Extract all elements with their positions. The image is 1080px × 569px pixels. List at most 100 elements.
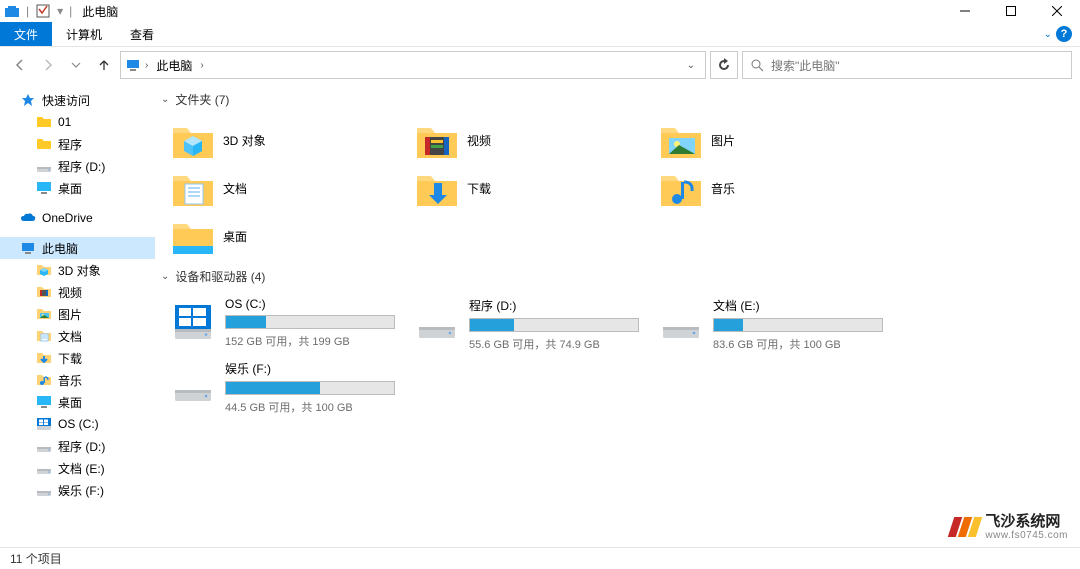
- drive-item[interactable]: OS (C:)152 GB 可用，共 199 GB: [167, 293, 411, 356]
- separator: |: [69, 4, 72, 18]
- back-button[interactable]: [8, 53, 32, 77]
- group-header-drives[interactable]: ⌄ 设备和驱动器 (4): [155, 266, 1080, 287]
- drive-item[interactable]: 程序 (D:) 55.6 GB 可用，共 74.9 GB: [411, 293, 655, 356]
- sidebar-item[interactable]: 3D 对象: [0, 259, 155, 281]
- search-box[interactable]: 搜索"此电脑": [742, 51, 1072, 79]
- expand-ribbon-icon[interactable]: ⌄: [1044, 29, 1052, 40]
- sidebar-item[interactable]: 下载: [0, 347, 155, 369]
- drive-icon: [171, 297, 215, 341]
- sidebar-this-pc[interactable]: 此电脑: [0, 237, 155, 259]
- sidebar-item[interactable]: 视频: [0, 281, 155, 303]
- refresh-button[interactable]: [710, 51, 738, 79]
- watermark-title: 飞沙系统网: [985, 514, 1068, 531]
- label: 此电脑: [42, 240, 78, 257]
- app-icon: [4, 3, 20, 19]
- group-label: 文件夹 (7): [175, 91, 229, 108]
- sidebar-item[interactable]: 桌面: [0, 391, 155, 413]
- drive-label: OS (C:): [225, 297, 407, 311]
- group-header-folders[interactable]: ⌄ 文件夹 (7): [155, 89, 1080, 110]
- folder-item[interactable]: 音乐: [655, 164, 899, 212]
- folder-item[interactable]: 桌面: [167, 212, 411, 260]
- 3d-icon: [171, 120, 215, 160]
- search-icon: [749, 57, 765, 73]
- sidebar-item[interactable]: 娱乐 (F:): [0, 479, 155, 501]
- sidebar-item[interactable]: 程序 (D:): [0, 435, 155, 457]
- folder-label: 音乐: [711, 180, 735, 197]
- sidebar-item[interactable]: 音乐: [0, 369, 155, 391]
- tab-file[interactable]: 文件: [0, 22, 52, 46]
- sidebar-item[interactable]: 文档: [0, 325, 155, 347]
- folder-item[interactable]: 视频: [411, 116, 655, 164]
- title-bar: | ▾ | 此电脑: [0, 0, 1080, 22]
- help-button[interactable]: ?: [1056, 26, 1072, 42]
- drive-item[interactable]: 文档 (E:)83.6 GB 可用，共 100 GB: [655, 293, 899, 356]
- minimize-button[interactable]: [942, 0, 988, 22]
- drive-label: 娱乐 (F:): [225, 360, 407, 377]
- sidebar-item[interactable]: 程序 (D:): [0, 155, 155, 177]
- documents-icon: [171, 168, 215, 208]
- star-icon: [20, 92, 36, 108]
- sidebar-item[interactable]: 01: [0, 111, 155, 133]
- capacity-bar: [225, 381, 395, 395]
- music-icon: [36, 372, 52, 388]
- qat-dropdown-icon[interactable]: ▾: [57, 4, 63, 18]
- video-icon: [36, 284, 52, 300]
- address-dropdown-icon[interactable]: ⌄: [681, 60, 701, 71]
- desktop-icon: [171, 216, 215, 256]
- downloads-icon: [36, 350, 52, 366]
- window-controls: [942, 0, 1080, 22]
- label: 文档 (E:): [58, 460, 105, 477]
- sidebar-item[interactable]: OS (C:): [0, 413, 155, 435]
- label: 3D 对象: [58, 262, 101, 279]
- folder-item[interactable]: 3D 对象: [167, 116, 411, 164]
- drive-info: 55.6 GB 可用，共 74.9 GB: [469, 336, 651, 352]
- tab-view[interactable]: 查看: [116, 22, 168, 46]
- label: 程序: [58, 136, 82, 153]
- label: 快速访问: [42, 92, 90, 109]
- watermark-logo: [951, 517, 979, 537]
- folder-item[interactable]: 文档: [167, 164, 411, 212]
- watermark: 飞沙系统网 www.fs0745.com: [951, 514, 1068, 542]
- label: 文档: [58, 328, 82, 345]
- sidebar-onedrive[interactable]: OneDrive: [0, 207, 155, 229]
- chevron-right-icon[interactable]: ›: [198, 60, 205, 71]
- drive-icon: [36, 438, 52, 454]
- up-button[interactable]: [92, 53, 116, 77]
- content-pane: ⌄ 文件夹 (7) 3D 对象视频 图片文档 下载 音乐桌面 ⌄ 设备和驱动器 (4)…: [155, 83, 1080, 547]
- documents-icon: [36, 328, 52, 344]
- sidebar-item[interactable]: 文档 (E:): [0, 457, 155, 479]
- chevron-right-icon[interactable]: ›: [143, 60, 150, 71]
- breadcrumb[interactable]: 此电脑: [152, 55, 196, 76]
- tab-computer[interactable]: 计算机: [52, 22, 116, 46]
- folder-item[interactable]: 下载: [411, 164, 655, 212]
- folder-label: 下载: [467, 180, 491, 197]
- sidebar-item[interactable]: 程序: [0, 133, 155, 155]
- item-count: 11 个项目: [10, 550, 62, 567]
- sidebar-quick-access[interactable]: 快速访问: [0, 89, 155, 111]
- maximize-button[interactable]: [988, 0, 1034, 22]
- label: 桌面: [58, 394, 82, 411]
- sidebar-item[interactable]: 图片: [0, 303, 155, 325]
- folder-label: 图片: [711, 132, 735, 149]
- folder-item[interactable]: 图片: [655, 116, 899, 164]
- label: 程序 (D:): [58, 158, 105, 175]
- forward-button[interactable]: [36, 53, 60, 77]
- navigation-bar: › 此电脑 › ⌄ 搜索"此电脑": [0, 47, 1080, 83]
- properties-icon[interactable]: [35, 3, 51, 19]
- drive-label: 程序 (D:): [469, 297, 651, 314]
- drive-item[interactable]: 娱乐 (F:)44.5 GB 可用，共 100 GB: [167, 356, 411, 419]
- address-bar[interactable]: › 此电脑 › ⌄: [120, 51, 706, 79]
- label: 桌面: [58, 180, 82, 197]
- status-bar: 11 个项目: [0, 547, 1080, 569]
- sidebar-item[interactable]: 桌面: [0, 177, 155, 199]
- navigation-pane: 快速访问 01 程序程序 (D:) 桌面 OneDrive 此电脑 3D 对象视频图…: [0, 83, 155, 547]
- recent-locations-button[interactable]: [64, 53, 88, 77]
- drive-icon: [171, 360, 215, 404]
- video-icon: [415, 120, 459, 160]
- drive-icon: [415, 297, 459, 341]
- drive-icon: [659, 297, 703, 341]
- close-button[interactable]: [1034, 0, 1080, 22]
- ribbon: 文件 计算机 查看 ⌄ ?: [0, 22, 1080, 47]
- pc-icon: [20, 240, 36, 256]
- desktop-icon: [36, 394, 52, 410]
